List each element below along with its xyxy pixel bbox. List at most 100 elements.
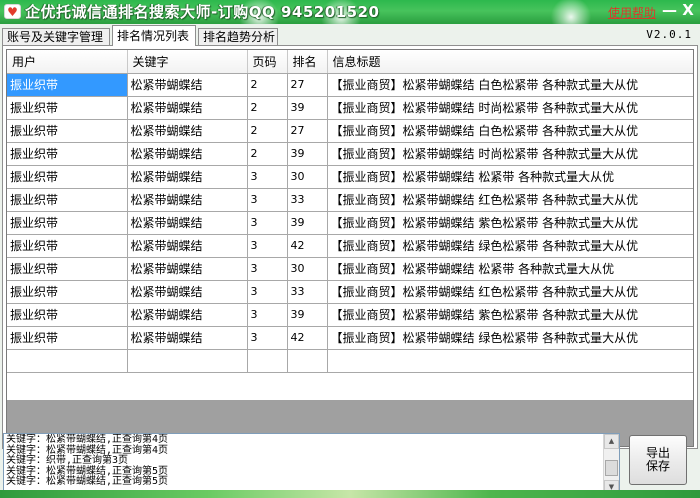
table-row[interactable]: 振业织带 松紧带蝴蝶结 3 39 【振业商贸】松紧带蝴蝶结 紫色松紧带 各种款式量大从优 xyxy=(7,303,693,327)
table-row[interactable]: 振业织带 松紧带蝴蝶结 2 27 【振业商贸】松紧带蝴蝶结 白色松紧带 各种款式量大从优 xyxy=(7,119,693,143)
cell-keyword: 松紧带蝴蝶结 xyxy=(127,280,248,304)
ranking-table[interactable]: 用户 关键字 页码 排名 信息标题 振业织带 松紧带蝴蝶结 2 27 【振业商贸】松紧带… xyxy=(6,49,694,401)
cell-user: 振业织带 xyxy=(7,326,128,350)
table-row-empty xyxy=(7,349,693,373)
version-label: V2.0.1 xyxy=(646,28,692,41)
cell-user: 振业织带 xyxy=(7,165,128,189)
cell-keyword: 松紧带蝴蝶结 xyxy=(127,165,248,189)
bottom-decoration xyxy=(0,490,700,498)
log-line: 关键字：松紧带蝴蝶结,正查询第5页 xyxy=(6,476,169,487)
table-row[interactable]: 振业织带 松紧带蝴蝶结 3 42 【振业商贸】松紧带蝴蝶结 绿色松紧带 各种款式量大从优 xyxy=(7,326,693,350)
table-row[interactable]: 振业织带 松紧带蝴蝶结 2 39 【振业商贸】松紧带蝴蝶结 时尚松紧带 各种款式量大从优 xyxy=(7,96,693,120)
cell-title: 【振业商贸】松紧带蝴蝶结 松紧带 各种款式量大从优 xyxy=(327,165,693,189)
column-header-rank[interactable]: 排名 xyxy=(287,50,328,74)
cell-page: 3 xyxy=(247,188,288,212)
minimize-button[interactable]: — xyxy=(662,1,677,19)
log-output[interactable]: 关键字：松紧带蝴蝶结,正查询第4页 关键字：松紧带蝴蝶结,正查询第4页 关键字：织带… xyxy=(3,433,620,497)
cell-rank: 39 xyxy=(287,142,328,166)
client-area: V2.0.1 账号及关键字管理 排名情况列表 排名趋势分析 用户 关键字 页码 … xyxy=(0,24,700,498)
cell-title: 【振业商贸】松紧带蝴蝶结 紫色松紧带 各种款式量大从优 xyxy=(327,211,693,235)
cell-page: 2 xyxy=(247,96,288,120)
column-header-page[interactable]: 页码 xyxy=(247,50,288,74)
cell-keyword: 松紧带蝴蝶结 xyxy=(127,142,248,166)
title-bar[interactable]: ♥ 企优托诚信通排名搜索大师-订购QQ 945201520 使用帮助 — X xyxy=(0,0,700,24)
cell-title: 【振业商贸】松紧带蝴蝶结 时尚松紧带 各种款式量大从优 xyxy=(327,96,693,120)
cell-user: 振业织带 xyxy=(7,211,128,235)
tab-ranking-list[interactable]: 排名情况列表 xyxy=(112,25,196,46)
cell-rank: 39 xyxy=(287,303,328,327)
app-logo-icon: ♥ xyxy=(4,4,21,19)
cell-rank: 27 xyxy=(287,119,328,143)
cell-page: 3 xyxy=(247,234,288,258)
cell-empty xyxy=(247,349,288,373)
cell-page: 3 xyxy=(247,280,288,304)
cell-rank: 33 xyxy=(287,188,328,212)
table-row[interactable]: 振业织带 松紧带蝴蝶结 3 30 【振业商贸】松紧带蝴蝶结 松紧带 各种款式量大从优 xyxy=(7,165,693,189)
tab-account-keyword[interactable]: 账号及关键字管理 xyxy=(2,28,110,46)
table-row[interactable]: 振业织带 松紧带蝴蝶结 2 27 【振业商贸】松紧带蝴蝶结 白色松紧带 各种款式量大从优 xyxy=(7,73,693,97)
cell-keyword: 松紧带蝴蝶结 xyxy=(127,119,248,143)
table-header: 用户 关键字 页码 排名 信息标题 xyxy=(7,50,693,74)
cell-title: 【振业商贸】松紧带蝴蝶结 红色松紧带 各种款式量大从优 xyxy=(327,280,693,304)
table-row[interactable]: 振业织带 松紧带蝴蝶结 3 42 【振业商贸】松紧带蝴蝶结 绿色松紧带 各种款式量大从优 xyxy=(7,234,693,258)
cell-title: 【振业商贸】松紧带蝴蝶结 红色松紧带 各种款式量大从优 xyxy=(327,188,693,212)
cell-title: 【振业商贸】松紧带蝴蝶结 时尚松紧带 各种款式量大从优 xyxy=(327,142,693,166)
export-save-button[interactable]: 导出 保存 xyxy=(629,435,687,485)
log-lines: 关键字：松紧带蝴蝶结,正查询第4页 关键字：松紧带蝴蝶结,正查询第4页 关键字：织带… xyxy=(6,434,604,488)
cell-user: 振业织带 xyxy=(7,280,128,304)
column-header-keyword[interactable]: 关键字 xyxy=(127,50,248,74)
cell-keyword: 松紧带蝴蝶结 xyxy=(127,303,248,327)
cell-user: 振业织带 xyxy=(7,234,128,258)
cell-keyword: 松紧带蝴蝶结 xyxy=(127,211,248,235)
table-row[interactable]: 振业织带 松紧带蝴蝶结 3 30 【振业商贸】松紧带蝴蝶结 松紧带 各种款式量大从优 xyxy=(7,257,693,281)
cell-keyword: 松紧带蝴蝶结 xyxy=(127,188,248,212)
cell-rank: 39 xyxy=(287,211,328,235)
cell-user: 振业织带 xyxy=(7,303,128,327)
cell-keyword: 松紧带蝴蝶结 xyxy=(127,234,248,258)
cell-title: 【振业商贸】松紧带蝴蝶结 紫色松紧带 各种款式量大从优 xyxy=(327,303,693,327)
cell-user: 振业织带 xyxy=(7,257,128,281)
ranking-list-panel: 用户 关键字 页码 排名 信息标题 振业织带 松紧带蝴蝶结 2 27 【振业商贸】松紧带… xyxy=(2,45,698,449)
cell-title: 【振业商贸】松紧带蝴蝶结 绿色松紧带 各种款式量大从优 xyxy=(327,234,693,258)
cell-rank: 27 xyxy=(287,73,328,97)
cell-page: 2 xyxy=(247,73,288,97)
cell-user: 振业织带 xyxy=(7,188,128,212)
cell-rank: 30 xyxy=(287,165,328,189)
cell-page: 3 xyxy=(247,326,288,350)
cell-title: 【振业商贸】松紧带蝴蝶结 白色松紧带 各种款式量大从优 xyxy=(327,119,693,143)
scroll-up-icon[interactable]: ▲ xyxy=(604,434,619,449)
table-row[interactable]: 振业织带 松紧带蝴蝶结 3 33 【振业商贸】松紧带蝴蝶结 红色松紧带 各种款式量大从优 xyxy=(7,280,693,304)
cell-empty xyxy=(7,349,128,373)
cell-rank: 39 xyxy=(287,96,328,120)
cell-title: 【振业商贸】松紧带蝴蝶结 白色松紧带 各种款式量大从优 xyxy=(327,73,693,97)
cell-keyword: 松紧带蝴蝶结 xyxy=(127,257,248,281)
cell-user: 振业织带 xyxy=(7,96,128,120)
cell-page: 2 xyxy=(247,142,288,166)
cell-page: 3 xyxy=(247,165,288,189)
table-row[interactable]: 振业织带 松紧带蝴蝶结 2 39 【振业商贸】松紧带蝴蝶结 时尚松紧带 各种款式量大从优 xyxy=(7,142,693,166)
cell-page: 2 xyxy=(247,119,288,143)
log-line: 关键字：织带,正查询第3页 xyxy=(6,455,129,466)
cell-empty xyxy=(287,349,328,373)
cell-empty xyxy=(127,349,248,373)
decor-dandelion xyxy=(548,0,594,24)
cell-title: 【振业商贸】松紧带蝴蝶结 松紧带 各种款式量大从优 xyxy=(327,257,693,281)
cell-rank: 42 xyxy=(287,234,328,258)
column-header-title[interactable]: 信息标题 xyxy=(327,50,693,74)
tab-ranking-trend[interactable]: 排名趋势分析 xyxy=(198,28,278,46)
scroll-thumb[interactable] xyxy=(605,460,618,476)
log-scrollbar[interactable]: ▲ ▼ xyxy=(603,434,619,496)
cell-page: 3 xyxy=(247,303,288,327)
close-button[interactable]: X xyxy=(680,1,696,19)
cell-user: 振业织带 xyxy=(7,73,128,97)
table-row[interactable]: 振业织带 松紧带蝴蝶结 3 39 【振业商贸】松紧带蝴蝶结 紫色松紧带 各种款式量大从优 xyxy=(7,211,693,235)
cell-keyword: 松紧带蝴蝶结 xyxy=(127,73,248,97)
column-header-user[interactable]: 用户 xyxy=(7,50,128,74)
cell-user: 振业织带 xyxy=(7,142,128,166)
table-row[interactable]: 振业织带 松紧带蝴蝶结 3 33 【振业商贸】松紧带蝴蝶结 红色松紧带 各种款式量大从优 xyxy=(7,188,693,212)
cell-keyword: 松紧带蝴蝶结 xyxy=(127,326,248,350)
cell-user: 振业织带 xyxy=(7,119,128,143)
log-line: 关键字：松紧带蝴蝶结,正查询第4页 xyxy=(6,434,169,445)
cell-rank: 42 xyxy=(287,326,328,350)
help-link[interactable]: 使用帮助 xyxy=(608,4,656,21)
